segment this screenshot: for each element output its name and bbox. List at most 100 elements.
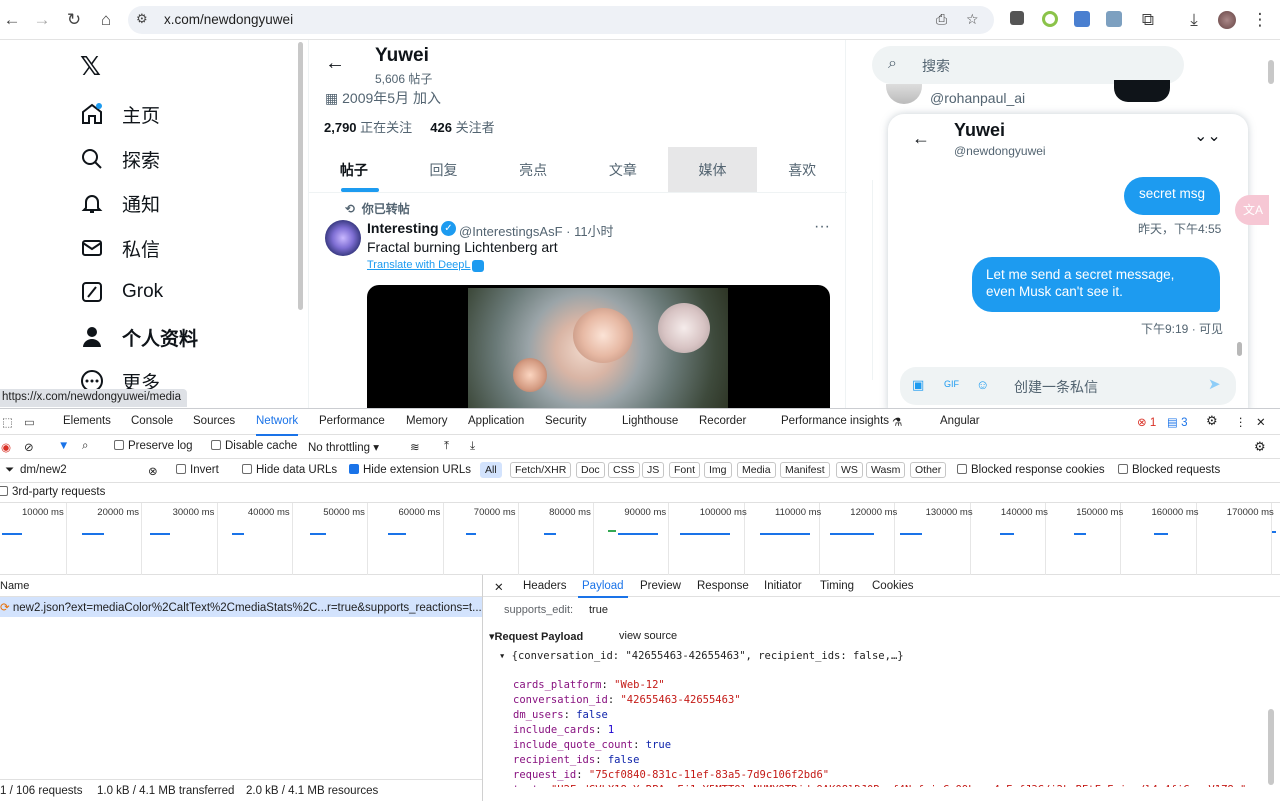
tab-memory[interactable]: Memory <box>406 415 448 427</box>
filter-icon[interactable]: ▼ <box>58 440 69 452</box>
tab-likes[interactable]: 喜欢 <box>757 147 847 192</box>
extensions-puzzle-icon[interactable]: ⧉ <box>1138 10 1158 30</box>
page-scrollbar[interactable] <box>298 42 303 310</box>
tab-cookies[interactable]: Cookies <box>872 580 914 592</box>
hide-extension-urls-checkbox[interactable]: Hide extension URLs <box>349 464 471 476</box>
x-logo-icon[interactable]: 𝕏 <box>80 52 101 82</box>
message-count[interactable]: ▤ 3 <box>1167 415 1187 429</box>
type-filter-media[interactable]: Media <box>737 462 776 478</box>
tab-security[interactable]: Security <box>545 415 587 427</box>
back-arrow-icon[interactable]: ← <box>325 52 345 75</box>
qr-extension-icon[interactable] <box>1010 11 1024 25</box>
type-filter-js[interactable]: JS <box>642 462 665 478</box>
type-filter-all[interactable]: All <box>480 462 502 478</box>
message-bubble[interactable]: secret msg <box>1124 177 1220 215</box>
address-bar[interactable]: ⚙ x.com/newdongyuwei ⎙ ☆ <box>128 6 994 34</box>
view-source-link[interactable]: view source <box>619 630 677 642</box>
tweet-handle-time[interactable]: @InterestingsAsF · 11小时 <box>459 221 614 240</box>
tab-highlights[interactable]: 亮点 <box>488 147 578 192</box>
close-devtools-icon[interactable]: ✕ <box>1256 415 1266 429</box>
tab-payload[interactable]: Payload <box>578 580 628 598</box>
suggested-user-avatar[interactable] <box>886 84 922 104</box>
payload-scrollbar[interactable] <box>1268 709 1274 785</box>
suggested-user-handle[interactable]: @rohanpaul_ai <box>930 90 1025 106</box>
nav-item-home[interactable]: 主页 <box>80 99 160 129</box>
nav-item-profile[interactable]: 个人资料 <box>80 322 198 352</box>
tab-replies[interactable]: 回复 <box>399 147 489 192</box>
tab-posts[interactable]: 帖子 <box>309 147 399 192</box>
tab-media[interactable]: 媒体 <box>667 147 758 192</box>
emoji-icon[interactable]: ☺ <box>976 377 989 392</box>
close-detail-icon[interactable]: ✕ <box>494 580 504 594</box>
dm-scrollbar[interactable] <box>1237 342 1242 356</box>
hide-data-urls-checkbox[interactable]: Hide data URLs <box>242 464 337 476</box>
tab-performance-insights[interactable]: Performance insights <box>781 415 889 427</box>
tab-timing[interactable]: Timing <box>820 580 854 592</box>
name-column-header[interactable]: Name <box>0 575 482 597</box>
network-timeline[interactable]: 10000 ms 20000 ms 30000 ms 40000 ms 50000 ms… <box>0 503 1280 575</box>
dm-back-icon[interactable]: ← <box>912 128 930 149</box>
type-filter-other[interactable]: Other <box>910 462 947 478</box>
nav-item-messages[interactable]: 私信 <box>80 233 160 263</box>
address-url[interactable]: x.com/newdongyuwei <box>164 12 293 27</box>
tab-articles[interactable]: 文章 <box>578 147 668 192</box>
settings-gear-icon[interactable]: ⚙ <box>1206 413 1218 429</box>
follow-button[interactable] <box>1114 80 1170 102</box>
tab-headers[interactable]: Headers <box>523 580 566 592</box>
type-filter-fetch[interactable]: Fetch/XHR <box>510 462 572 478</box>
type-filter-ws[interactable]: WS <box>836 462 863 478</box>
followers-label[interactable]: 关注者 <box>456 120 495 135</box>
browser-menu-icon[interactable]: ⋮ <box>1250 10 1270 30</box>
bookmark-star-icon[interactable]: ☆ <box>966 11 979 28</box>
tweet-more-icon[interactable]: ··· <box>814 218 830 236</box>
search-icon[interactable]: ⌕ <box>82 440 88 453</box>
tab-sources[interactable]: Sources <box>193 415 235 427</box>
tab-performance[interactable]: Performance <box>319 415 385 427</box>
clear-filter-icon[interactable]: ⊗ <box>148 464 158 478</box>
forward-icon[interactable]: → <box>32 10 52 30</box>
nav-item-notifications[interactable]: 通知 <box>80 188 160 218</box>
translate-link[interactable]: Translate with DeepL <box>367 259 471 271</box>
network-conditions-icon[interactable]: ≋ <box>410 440 420 454</box>
type-filter-font[interactable]: Font <box>669 462 701 478</box>
gif-icon[interactable]: GIF <box>944 379 959 389</box>
collapse-chevron-icon[interactable]: ⌄⌄ <box>1194 126 1221 146</box>
type-filter-doc[interactable]: Doc <box>576 462 605 478</box>
payload-summary[interactable]: ▾ {conversation_id: "42655463-42655463",… <box>499 650 904 662</box>
inspect-icon[interactable]: ⬚ <box>2 415 13 429</box>
request-payload-section[interactable]: ▾Request Payload <box>489 630 583 643</box>
throttling-select[interactable]: No throttling ▾ <box>308 440 379 454</box>
home-button-icon[interactable]: ⌂ <box>96 10 116 30</box>
record-stop-icon[interactable]: ◉ <box>1 440 11 454</box>
type-filter-wasm[interactable]: Wasm <box>866 462 906 478</box>
dm-message-input[interactable]: 创建一条私信 <box>1014 377 1098 397</box>
following-label[interactable]: 正在关注 <box>360 120 412 135</box>
search-box[interactable]: ⌕ 搜索 <box>872 46 1184 84</box>
tab-response[interactable]: Response <box>697 580 749 592</box>
type-filter-css[interactable]: CSS <box>608 462 640 478</box>
disable-cache-checkbox[interactable]: Disable cache <box>211 440 297 452</box>
back-icon[interactable]: ← <box>2 10 22 30</box>
tweet-media[interactable] <box>367 285 830 408</box>
invert-checkbox[interactable]: Invert <box>176 464 219 476</box>
tab-initiator[interactable]: Initiator <box>764 580 802 592</box>
type-filter-manifest[interactable]: Manifest <box>780 462 830 478</box>
request-row[interactable]: ⟳ new2.json?ext=mediaColor%2CaltText%2Cm… <box>0 597 482 617</box>
followers-count[interactable]: 426 <box>430 120 452 135</box>
tab-lighthouse[interactable]: Lighthouse <box>622 415 678 427</box>
nav-item-explore[interactable]: 探索 <box>80 144 160 174</box>
preserve-log-checkbox[interactable]: Preserve log <box>114 440 193 452</box>
import-har-icon[interactable]: ⤒ <box>444 440 449 453</box>
device-toggle-icon[interactable]: ▭ <box>24 415 35 429</box>
blocked-cookies-checkbox[interactable]: Blocked response cookies <box>957 464 1105 476</box>
install-app-icon[interactable]: ⎙ <box>936 11 947 28</box>
tab-preview[interactable]: Preview <box>640 580 681 592</box>
tab-angular[interactable]: Angular <box>940 415 980 427</box>
translate-extension-icon[interactable] <box>1074 11 1090 27</box>
site-info-icon[interactable]: ⚙ <box>136 11 148 27</box>
tab-application[interactable]: Application <box>468 415 524 427</box>
image-icon[interactable]: ▣ <box>912 377 924 393</box>
tab-elements[interactable]: Elements <box>63 415 111 427</box>
tab-recorder[interactable]: Recorder <box>699 415 746 427</box>
filter-input[interactable]: dm/new2 <box>20 464 67 476</box>
